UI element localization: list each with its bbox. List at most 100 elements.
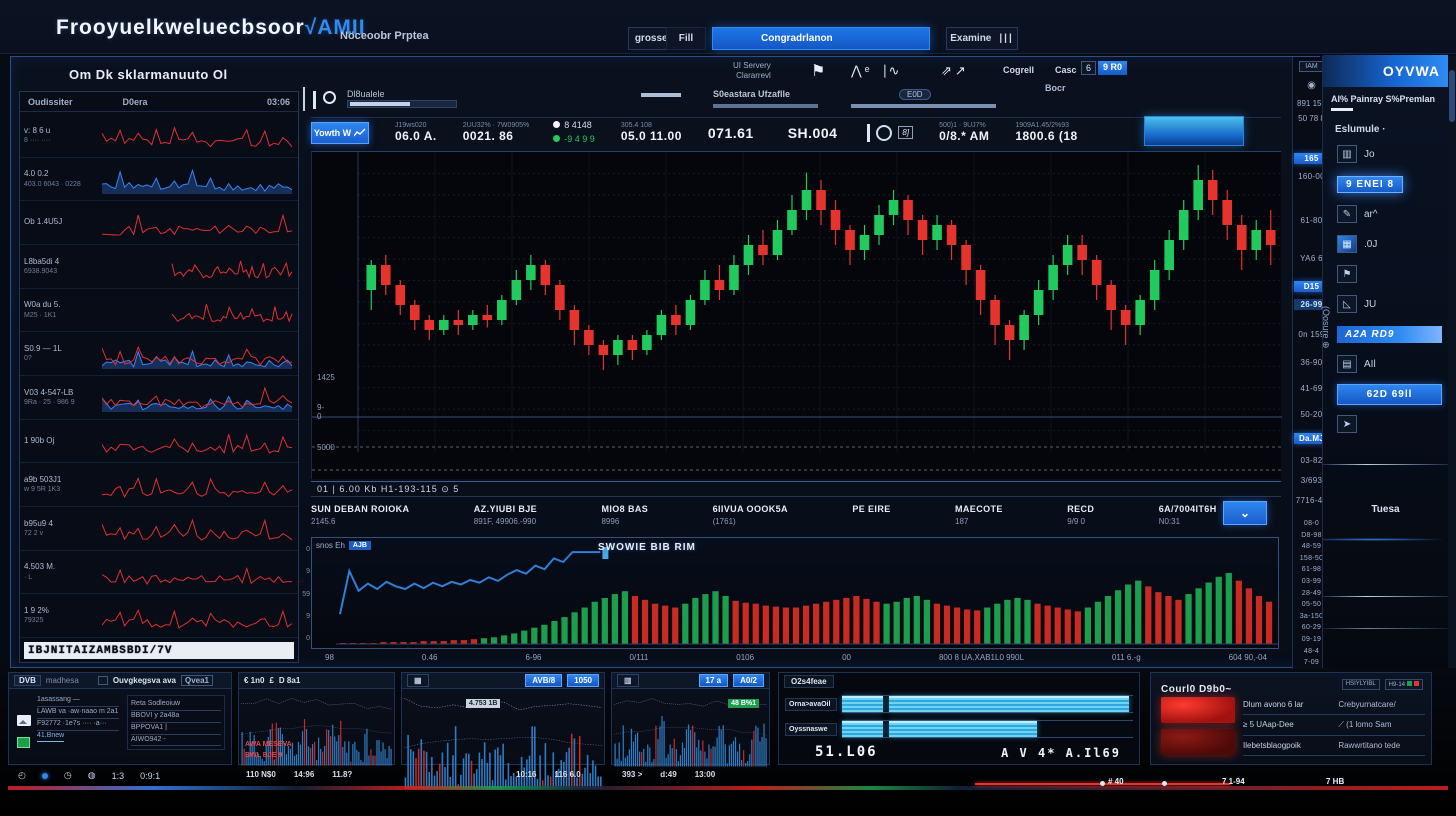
sidebar-item[interactable]: ➤ — [1337, 412, 1442, 436]
note-icon[interactable]: 8] — [898, 126, 913, 139]
sidebar-item[interactable]: 62D 69ll — [1337, 382, 1442, 406]
sidebar-item-highlight[interactable]: 9 ENEI 8 — [1337, 176, 1403, 193]
info-right-pill[interactable]: E0D — [899, 89, 931, 100]
sidebar-item[interactable]: ◺JU — [1337, 292, 1442, 316]
tab-dvb[interactable]: DVB — [14, 675, 41, 686]
confirm-button[interactable]: ⌄ — [1223, 501, 1267, 525]
news-item-text[interactable]: 1asassang —LAWB va ·aw·naao m 2a1 ·8· 40… — [37, 695, 119, 747]
tool-icons: 8] — [867, 124, 913, 142]
watchlist-row[interactable]: v: 8 6 u8 ···· ···· — [20, 114, 298, 158]
mini-c-dark-btn[interactable]: ▥ — [617, 674, 639, 687]
badge-1[interactable]: HSIYLYIBL — [1342, 679, 1380, 690]
watchlist-footer-ticker[interactable]: IBJNITAIZAMBSBDI/7V — [24, 642, 294, 659]
draw-tool-icons[interactable]: ⇗↗ — [941, 63, 969, 79]
stat-column[interactable]: 6A/7004IT6HN0:31 — [1159, 504, 1217, 526]
scrollbar-thumb[interactable] — [1449, 70, 1455, 122]
flag-icon[interactable]: ⚑ — [811, 61, 825, 81]
stat-column[interactable]: PE EIRE — [852, 504, 890, 517]
blue-dot-icon[interactable] — [42, 773, 48, 779]
mini-c-btn-2[interactable]: A0/2 — [733, 674, 764, 687]
progress-dot-2[interactable] — [1162, 781, 1167, 786]
timeframe-badge[interactable]: 6 9 R0 — [1081, 61, 1127, 75]
info-right-label: S0eastara Ufzaflle — [713, 89, 790, 99]
tab-quotes[interactable]: Ouvgkegsva ava — [113, 676, 176, 685]
sidebar-cta-button[interactable]: 62D 69ll — [1337, 384, 1442, 405]
tab-quotes-badge[interactable]: Qvea1 — [181, 675, 213, 686]
watchlist-row[interactable]: 4.0 0.2403.0 6043 · 0228 — [20, 158, 298, 202]
volume-panel[interactable]: snos Eh AJB SWOWIE BIB RIM 095990 — [311, 537, 1279, 649]
watchlist-row[interactable]: a9b 503J1w 9 5R 1K3 — [20, 463, 298, 507]
watchlist-row[interactable]: S0.9 — 1L0? — [20, 332, 298, 376]
fill-button[interactable]: Fill — [666, 27, 706, 50]
sidebar-item-row-highlight[interactable]: A2A RD9 — [1337, 326, 1442, 343]
allocation-row[interactable]: Orna>avaOil — [785, 694, 1133, 714]
mini-a-h2[interactable]: £ — [269, 676, 273, 685]
allocation-tab[interactable]: O2s4feae — [784, 675, 834, 688]
record-icon[interactable] — [323, 91, 336, 104]
watchlist-row-sub: · L — [24, 573, 102, 582]
examine-button[interactable]: Examine ||| — [946, 27, 1018, 50]
badge-2[interactable]: H9-14 — [1385, 679, 1423, 690]
sidebar-item[interactable]: ▥Jo — [1337, 142, 1442, 166]
sidebar-lower-label[interactable]: Tuesa — [1323, 504, 1448, 515]
account-detail-row[interactable]: ≥ 5 UAap-Dee⟋ (1 lomo Sam — [1243, 715, 1425, 736]
casc-label[interactable]: Casc — [1055, 65, 1077, 75]
market-button[interactable]: Yowth W — [311, 122, 369, 144]
watchlist-row[interactable]: Ob 1.4U5J — [20, 201, 298, 245]
watchlist-row-label: a9b 503J1w 9 5R 1K3 — [24, 475, 102, 494]
news-detail-text[interactable]: Reta SodleoiuwBBOVI y 2a48aBPPOVA1 |AIWO… — [127, 695, 225, 750]
window-scrollbar[interactable] — [1448, 56, 1456, 668]
watchlist-row[interactable]: L8ba5di 46938.9043 — [20, 245, 298, 289]
clock-icon-2[interactable]: ◷ — [64, 770, 72, 781]
primary-action-button[interactable]: Congradrlanon — [712, 27, 930, 50]
stat-column[interactable]: 6IIVUA OOOK5A(1761) — [713, 504, 788, 526]
mini-c-btn-1[interactable]: 17 a — [699, 674, 729, 687]
watchlist-row[interactable]: 4.503 M.· L — [20, 551, 298, 595]
watchlist-col-data[interactable]: D0era — [123, 97, 148, 107]
mini-b-btn-2[interactable]: 1050 — [567, 674, 599, 687]
watchlist-row[interactable]: 1 9 2%79325 — [20, 594, 298, 638]
sidebar-item[interactable]: ⚑ — [1337, 262, 1442, 286]
search-icon[interactable] — [876, 125, 892, 141]
candle — [1019, 310, 1029, 350]
stat-column[interactable]: MIO8 BAS8996 — [601, 504, 648, 526]
volume-bar — [1266, 602, 1272, 644]
grid-icon[interactable]: IAM — [1299, 61, 1324, 72]
sidebar-item[interactable]: 9 ENEI 8 — [1337, 172, 1442, 196]
clock-icon-1[interactable]: ◴ — [18, 770, 26, 781]
sidebar-item[interactable]: ▦.0J — [1337, 232, 1442, 256]
watchlist-row[interactable]: 1 90b Oj — [20, 420, 298, 464]
account-detail-row[interactable]: IlebetsblaogpoikRawwrtitano tede — [1243, 736, 1425, 756]
news-detail-line: Reta Sodleoiuw — [131, 699, 221, 711]
alert-card-secondary[interactable] — [1161, 729, 1235, 755]
mini-b-btn-1[interactable]: AVB/8 — [525, 674, 562, 687]
info-left-progress[interactable] — [347, 100, 457, 108]
volume-badge[interactable]: AJB — [349, 541, 371, 550]
candle — [1150, 260, 1160, 310]
sidebar-item[interactable]: A2A RD9 — [1337, 322, 1442, 346]
mini-a-h1[interactable]: € 1n0 — [244, 676, 264, 685]
alert-card-primary[interactable] — [1161, 697, 1235, 723]
watchlist-row[interactable]: V03 4-547-LB9Ra · 25 · 986 9 — [20, 376, 298, 420]
stat-column[interactable]: AZ.YIUBI BJE891F, 49906.-990 — [474, 504, 537, 526]
candle — [1208, 170, 1218, 215]
buy-indicator-icon[interactable] — [17, 737, 30, 748]
mini-b-dark-btn[interactable]: ▦ — [407, 674, 429, 687]
watchlist-row[interactable]: W0a du 5.M25 · 1K1 — [20, 289, 298, 333]
progress-dot-1[interactable] — [1100, 781, 1105, 786]
sidebar-item[interactable]: ✎ar^ — [1337, 202, 1442, 226]
main-chart-canvas[interactable] — [311, 151, 1281, 479]
allocation-row[interactable]: Oyssnaswe — [785, 719, 1133, 739]
lock-icon[interactable]: ◍ — [88, 770, 96, 781]
watchlist-row[interactable]: b95u9 472 2 v — [20, 507, 298, 551]
chart-type-icons[interactable]: ⋀ᵉ⎹∿ — [851, 63, 902, 79]
grid-blue-icon: ▦ — [1337, 235, 1357, 253]
stat-column[interactable]: MAECOTE187 — [955, 504, 1003, 526]
cogrell-label[interactable]: Cogrell — [1003, 65, 1034, 75]
stat-column[interactable]: SUN DEBAN ROIOKA2145.6 — [311, 504, 409, 526]
stat-column[interactable]: RECD9/9 0 — [1067, 504, 1094, 526]
sidebar-item[interactable]: ▤AIl — [1337, 352, 1442, 376]
account-detail-row[interactable]: Dlum avono 6 larCrebyurnatcare/ — [1243, 695, 1425, 715]
watchlist-col-symbol[interactable]: Oudissiter — [28, 97, 73, 107]
mini-a-h3[interactable]: D 8a1 — [279, 676, 300, 685]
